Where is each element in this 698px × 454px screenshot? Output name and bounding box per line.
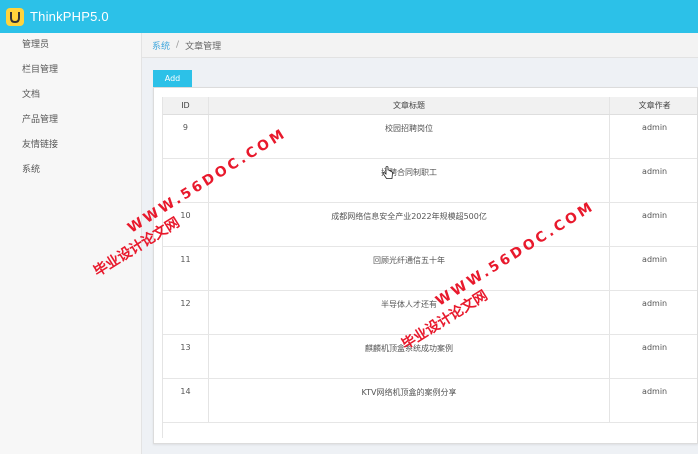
- cell-title[interactable]: 招聘合同制职工: [209, 159, 611, 202]
- app-title[interactable]: ThinkPHP5.0: [30, 9, 109, 24]
- sidebar-item-admins[interactable]: 管理员: [0, 33, 141, 58]
- table-row[interactable]: 10 成都网络信息安全产业2022年规模超500亿 admin: [163, 203, 697, 247]
- sidebar-item-system[interactable]: 系统: [0, 158, 141, 183]
- add-button[interactable]: Add: [153, 70, 192, 87]
- sidebar-item-columns[interactable]: 栏目管理: [0, 58, 141, 83]
- table-row[interactable]: 12 半导体人才还有 admin: [163, 291, 697, 335]
- cell-author: admin: [642, 343, 668, 352]
- header-id[interactable]: ID: [163, 97, 209, 114]
- breadcrumb-system-link[interactable]: 系统: [152, 39, 170, 52]
- table-row[interactable]: 招聘合同制职工 admin: [163, 159, 697, 203]
- cell-id: 14: [163, 379, 209, 422]
- cell-title[interactable]: 麒麟机顶盒系统成功案例: [209, 335, 611, 378]
- table-row[interactable]: 14 KTV网络机顶盒的案例分享 admin: [163, 379, 697, 423]
- main-content: Add ID 文章标题 文章作者 9 校园招聘岗位 admin 招聘合同制职工 …: [142, 58, 698, 454]
- header-title[interactable]: 文章标题: [209, 97, 611, 114]
- smile-logo-icon[interactable]: [6, 7, 24, 26]
- header-author[interactable]: 文章作者: [610, 97, 697, 114]
- sidebar-item-links[interactable]: 友情链接: [0, 133, 141, 158]
- cell-author: admin: [642, 123, 668, 132]
- sidebar: 管理员 栏目管理 文档 产品管理 友情链接 系统: [0, 33, 142, 454]
- cell-id: 11: [163, 247, 209, 290]
- cell-author: admin: [642, 255, 668, 264]
- sidebar-item-documents[interactable]: 文档: [0, 83, 141, 108]
- cell-id: 10: [163, 203, 209, 246]
- sidebar-item-products[interactable]: 产品管理: [0, 108, 141, 133]
- cell-title[interactable]: 成都网络信息安全产业2022年规模超500亿: [209, 203, 611, 246]
- breadcrumb-separator: /: [176, 40, 180, 50]
- cell-title[interactable]: 半导体人才还有: [209, 291, 611, 334]
- breadcrumb-current: 文章管理: [185, 41, 222, 52]
- article-table: ID 文章标题 文章作者 9 校园招聘岗位 admin 招聘合同制职工 admi…: [162, 97, 697, 438]
- hand-cursor-icon: [382, 166, 393, 179]
- cell-author: admin: [642, 299, 668, 308]
- cell-id: [163, 159, 209, 202]
- cell-title[interactable]: 校园招聘岗位: [209, 115, 611, 158]
- table-row[interactable]: 11 回顾光纤通信五十年 admin: [163, 247, 697, 291]
- breadcrumb: 系统 / 文章管理: [142, 33, 698, 58]
- top-bar: ThinkPHP5.0: [0, 0, 698, 33]
- cell-title[interactable]: KTV网络机顶盒的案例分享: [209, 379, 611, 422]
- cell-id: 12: [163, 291, 209, 334]
- table-header: ID 文章标题 文章作者: [163, 97, 697, 115]
- cell-id: 9: [163, 115, 209, 158]
- cell-title[interactable]: 回顾光纤通信五十年: [209, 247, 611, 290]
- cell-author: admin: [642, 211, 668, 220]
- table-row[interactable]: 9 校园招聘岗位 admin: [163, 115, 697, 159]
- table-row[interactable]: 13 麒麟机顶盒系统成功案例 admin: [163, 335, 697, 379]
- cell-author: admin: [642, 167, 668, 176]
- article-panel: ID 文章标题 文章作者 9 校园招聘岗位 admin 招聘合同制职工 admi…: [153, 87, 698, 444]
- cell-id: 13: [163, 335, 209, 378]
- cell-author: admin: [642, 387, 668, 396]
